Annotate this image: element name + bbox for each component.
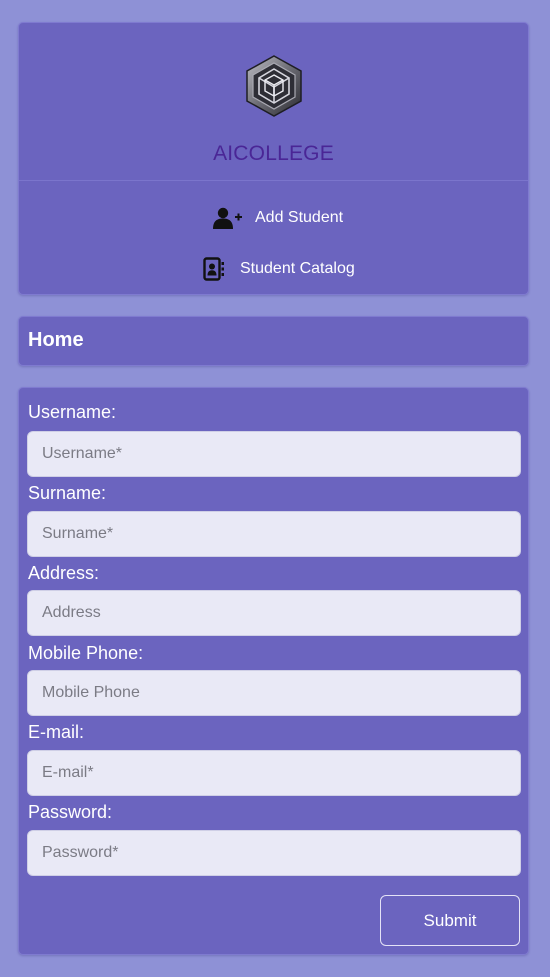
nav-item-label: Add Student [255, 209, 344, 226]
email-label: E-mail: [28, 722, 85, 742]
contact-book-icon [203, 257, 225, 281]
username-field[interactable] [27, 431, 521, 477]
breadcrumb: Home [18, 316, 529, 366]
page-title: Home [28, 329, 84, 351]
page: AICOLLEGE Add Student Student Catalog Ho… [0, 0, 550, 977]
address-label: Address: [28, 563, 100, 583]
username-label: Username: [28, 402, 117, 422]
password-label: Password: [28, 802, 113, 822]
submit-button[interactable]: Submit [380, 895, 520, 946]
brand-name: AICOLLEGE [213, 142, 334, 165]
add-user-icon [213, 206, 243, 230]
surname-field[interactable] [27, 511, 521, 557]
hexagon-cube-logo [245, 55, 302, 117]
surname-label: Surname: [28, 483, 107, 503]
student-form: Username: Surname: Address: Mobile Phone… [18, 387, 529, 955]
nav-item-student-catalog[interactable]: Student Catalog [203, 257, 355, 281]
sidebar-nav-card: AICOLLEGE Add Student Student Catalog [18, 22, 529, 295]
nav-item-add-student[interactable]: Add Student [213, 206, 343, 230]
email-field[interactable] [27, 750, 521, 796]
address-field[interactable] [27, 590, 521, 636]
mobile-phone-label: Mobile Phone: [28, 643, 144, 663]
nav-item-label: Student Catalog [240, 260, 355, 277]
mobile-phone-field[interactable] [27, 670, 521, 716]
brand-header: AICOLLEGE [19, 23, 528, 181]
password-field[interactable] [27, 830, 521, 876]
